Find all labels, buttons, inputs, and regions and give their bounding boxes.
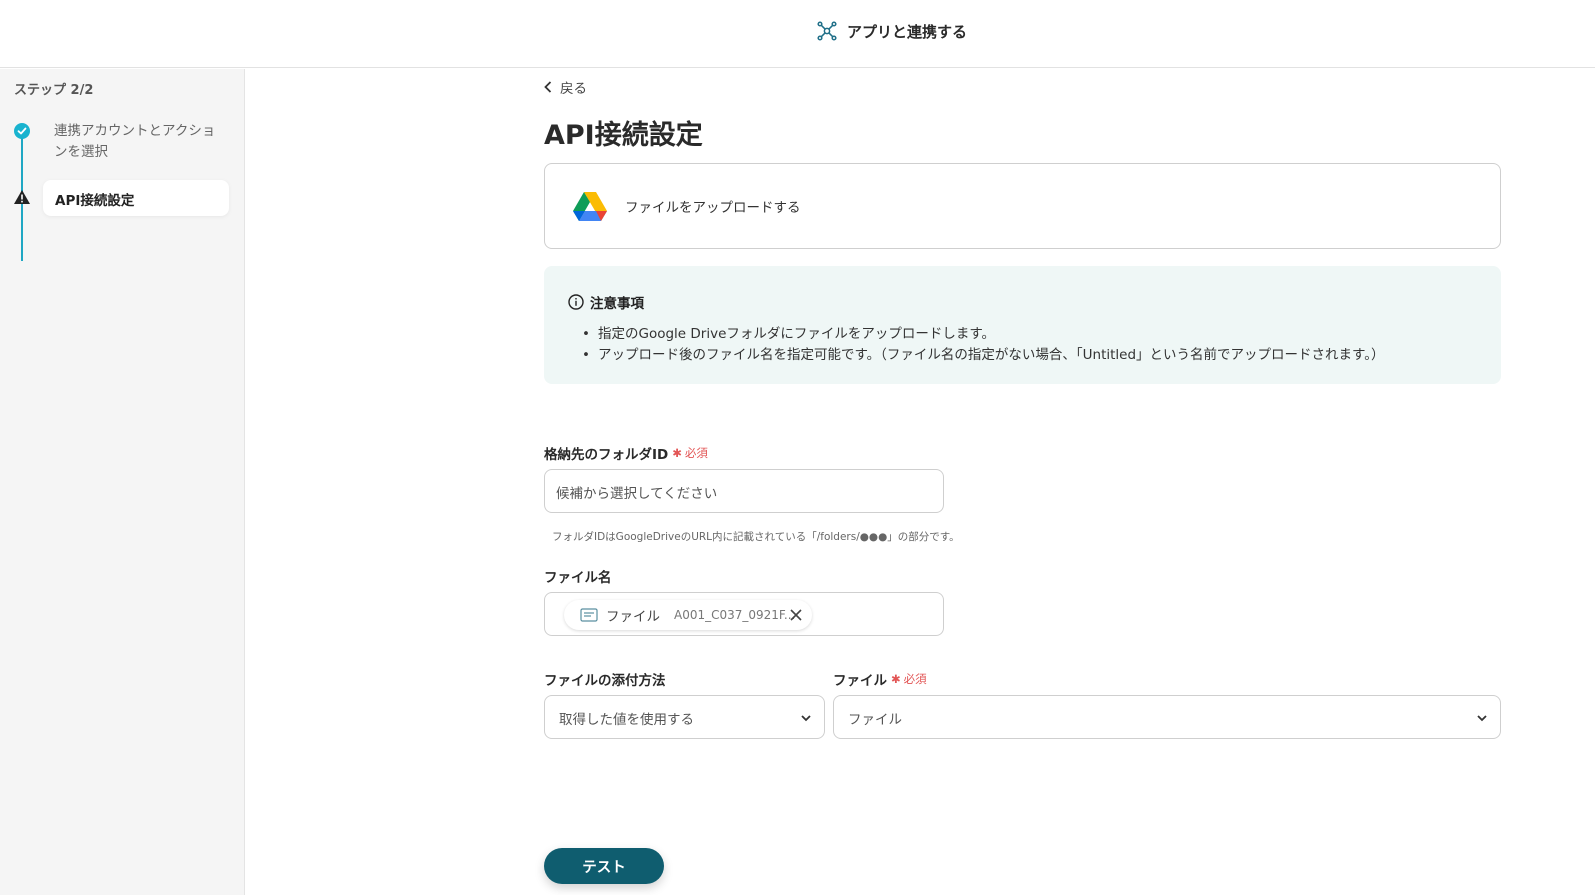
- required-asterisk-icon: ✱: [672, 446, 682, 460]
- sidebar-step-api-settings[interactable]: API接続設定: [43, 180, 229, 216]
- required-text: 必須: [903, 672, 927, 686]
- page-title: API接続設定: [544, 120, 703, 151]
- header-title: アプリと連携する: [816, 20, 967, 42]
- file-value: ファイル: [848, 712, 902, 728]
- folder-id-input[interactable]: 候補から選択してください: [544, 469, 944, 513]
- notice-item: 指定のGoogle Driveフォルダにファイルをアップロードします。: [582, 324, 1477, 345]
- required-badge: ✱ 必須: [672, 445, 708, 461]
- back-label: 戻る: [560, 81, 587, 97]
- app-action-card: ファイルをアップロードする: [544, 163, 1501, 249]
- attach-method-label: ファイルの添付方法: [544, 673, 666, 689]
- notice-title: 注意事項: [590, 296, 644, 312]
- chip-label: ファイル: [606, 609, 660, 625]
- attach-method-value: 取得した値を使用する: [559, 712, 694, 728]
- file-label: ファイル ✱ 必須: [833, 669, 927, 689]
- step-sidebar: ステップ 2/2 連携アカウントとアクションを選択 API接続設定: [0, 69, 245, 895]
- folder-id-placeholder: 候補から選択してください: [556, 486, 718, 502]
- required-text: 必須: [684, 446, 708, 460]
- attach-method-select[interactable]: 取得した値を使用する: [544, 695, 825, 739]
- folder-id-label: 格納先のフォルダID ✱ 必須: [544, 443, 708, 463]
- notice-item: アップロード後のファイル名を指定可能です。（ファイル名の指定がない場合、「Unt…: [582, 345, 1477, 366]
- chevron-left-icon: [544, 81, 552, 93]
- step-count: ステップ 2/2: [14, 83, 94, 98]
- document-icon: [580, 608, 598, 622]
- folder-id-hint: フォルダIDはGoogleDriveのURL内に記載されている「/folders…: [552, 531, 960, 543]
- check-icon: [14, 123, 30, 139]
- required-badge: ✱ 必須: [891, 671, 927, 687]
- chevron-down-icon: [1477, 715, 1487, 722]
- notice-list: 指定のGoogle Driveフォルダにファイルをアップロードします。 アップロ…: [568, 324, 1477, 366]
- chip-value: A001_C037_0921F...: [674, 608, 796, 622]
- header-title-text: アプリと連携する: [847, 22, 968, 41]
- file-label-text: ファイル: [833, 673, 887, 689]
- file-name-chip[interactable]: ファイル A001_C037_0921F...: [564, 600, 812, 630]
- close-icon[interactable]: [788, 607, 804, 623]
- file-name-input[interactable]: ファイル A001_C037_0921F...: [544, 592, 944, 636]
- required-asterisk-icon: ✱: [891, 672, 901, 686]
- folder-id-label-text: 格納先のフォルダID: [544, 447, 669, 463]
- file-name-label: ファイル名: [544, 570, 612, 586]
- test-button[interactable]: テスト: [544, 848, 664, 884]
- chevron-down-icon: [801, 715, 811, 722]
- sidebar-step-select-account[interactable]: 連携アカウントとアクションを選択: [54, 121, 224, 163]
- back-link[interactable]: 戻る: [544, 77, 587, 97]
- app-action-label: ファイルをアップロードする: [625, 200, 801, 216]
- notice-heading: 注意事項: [568, 292, 1477, 312]
- warning-icon: [14, 190, 30, 204]
- app-connect-icon: [817, 21, 837, 41]
- top-bar: アプリと連携する: [0, 0, 1595, 68]
- google-drive-icon: [573, 192, 607, 221]
- info-icon: [568, 294, 584, 310]
- notice-box: 注意事項 指定のGoogle Driveフォルダにファイルをアップロードします。…: [544, 266, 1501, 384]
- file-select[interactable]: ファイル: [833, 695, 1501, 739]
